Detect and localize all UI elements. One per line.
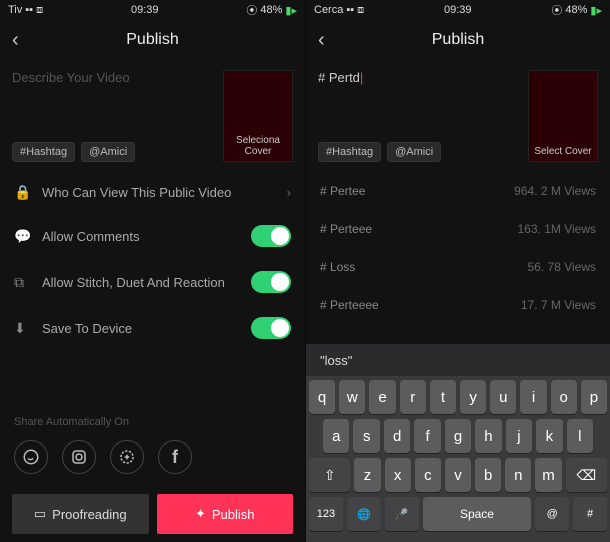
status-bar: Tiv ▪▪ ⧈ 09:39 ⦿ 48% ▮▸ [0, 0, 305, 20]
clock: 09:39 [131, 4, 159, 16]
key-k[interactable]: k [536, 419, 562, 453]
lock-icon: 🔒 [14, 184, 30, 201]
battery-icon: ▮▸ [285, 4, 297, 17]
share-label: Share Automatically On [0, 410, 305, 434]
share-row: f [0, 434, 305, 486]
header: ‹ Publish [0, 20, 305, 60]
key-t[interactable]: t [430, 380, 456, 414]
key-m[interactable]: m [535, 458, 561, 492]
mention-button[interactable]: @Amici [81, 142, 135, 162]
facebook-icon[interactable]: f [158, 440, 192, 474]
hashtag-suggestion[interactable]: # Loss 56. 78 Views [306, 248, 610, 286]
cover-select[interactable]: Seleciona Cover [223, 70, 293, 162]
description-input[interactable]: # Pertd| [318, 70, 518, 85]
instagram-icon[interactable] [62, 440, 96, 474]
mention-button[interactable]: @Amici [387, 142, 441, 162]
key-y[interactable]: y [460, 380, 486, 414]
stitch-row: ⧉ Allow Stitch, Duet And Reaction [0, 259, 305, 305]
key-e[interactable]: e [369, 380, 395, 414]
key-o[interactable]: o [551, 380, 577, 414]
draft-icon: ▭ [34, 506, 46, 522]
header: ‹ Publish [306, 20, 610, 60]
publish-icon: ✦ [195, 506, 206, 522]
description-input[interactable]: Describe Your Video [12, 70, 213, 85]
key-v[interactable]: v [445, 458, 471, 492]
key-q[interactable]: q [309, 380, 335, 414]
status-bar: Cerca ▪▪ ⧈ 09:39 ⦿ 48% ▮▸ [306, 0, 610, 20]
hashtag-suggestion[interactable]: # Perteee 163. 1M Views [306, 210, 610, 248]
key-x[interactable]: x [385, 458, 411, 492]
text-cursor: | [360, 70, 363, 85]
cover-select[interactable]: Select Cover [528, 70, 598, 162]
hashtag-suggestion[interactable]: # Pertee 964. 2 M Views [306, 172, 610, 210]
battery-label: 48% [565, 4, 587, 16]
key-g[interactable]: g [445, 419, 471, 453]
key-l[interactable]: l [567, 419, 593, 453]
key-z[interactable]: z [354, 458, 380, 492]
space-key[interactable]: Space [423, 497, 531, 531]
wifi-icon: ⧈ [36, 4, 43, 17]
mic-key[interactable]: 🎤 [385, 497, 419, 531]
key-b[interactable]: b [475, 458, 501, 492]
hash-key[interactable]: # [573, 497, 607, 531]
comments-toggle[interactable] [251, 225, 291, 247]
at-key[interactable]: @ [535, 497, 569, 531]
key-p[interactable]: p [581, 380, 607, 414]
key-h[interactable]: h [475, 419, 501, 453]
page-title: Publish [126, 31, 178, 49]
bluetooth-icon: ⦿ [246, 2, 257, 18]
key-j[interactable]: j [506, 419, 532, 453]
compose-area: # Pertd| #Hashtag @Amici Select Cover [306, 60, 610, 172]
save-toggle[interactable] [251, 317, 291, 339]
signal-icon: ▪▪ [25, 4, 33, 16]
publish-button[interactable]: ✦ Publish [157, 494, 294, 534]
key-r[interactable]: r [400, 380, 426, 414]
battery-icon: ▮▸ [590, 4, 602, 17]
story-icon[interactable] [110, 440, 144, 474]
carrier-label: Cerca [314, 4, 343, 16]
screen-hashtag-suggest: Cerca ▪▪ ⧈ 09:39 ⦿ 48% ▮▸ ‹ Publish # Pe… [305, 0, 610, 542]
wifi-icon: ⧈ [357, 4, 364, 17]
back-icon[interactable]: ‹ [12, 29, 19, 52]
backspace-key[interactable]: ⌫ [566, 458, 607, 492]
key-c[interactable]: c [415, 458, 441, 492]
key-i[interactable]: i [520, 380, 546, 414]
keyboard-suggestion[interactable]: "loss" [306, 344, 610, 376]
key-n[interactable]: n [505, 458, 531, 492]
shift-key[interactable]: ⇧ [309, 458, 350, 492]
button-row: ▭ Proofreading ✦ Publish [0, 486, 305, 542]
hashtag-suggestion[interactable]: # Perteeee 17. 7 M Views [306, 286, 610, 324]
comments-row: 💬 Allow Comments [0, 213, 305, 259]
key-s[interactable]: s [353, 419, 379, 453]
keyboard: "loss" qwertyuiop asdfghjkl ⇧ zxcvbnm ⌫ … [306, 344, 610, 542]
download-icon: ⬇ [14, 320, 30, 337]
key-d[interactable]: d [384, 419, 410, 453]
stitch-toggle[interactable] [251, 271, 291, 293]
globe-key[interactable]: 🌐 [347, 497, 381, 531]
page-title: Publish [432, 31, 484, 49]
clock: 09:39 [444, 4, 472, 16]
screen-publish-settings: Tiv ▪▪ ⧈ 09:39 ⦿ 48% ▮▸ ‹ Publish Descri… [0, 0, 305, 542]
battery-label: 48% [260, 4, 282, 16]
signal-icon: ▪▪ [346, 4, 354, 16]
comment-icon: 💬 [14, 228, 30, 245]
key-u[interactable]: u [490, 380, 516, 414]
hashtag-button[interactable]: #Hashtag [318, 142, 381, 162]
back-icon[interactable]: ‹ [318, 29, 325, 52]
hashtag-button[interactable]: #Hashtag [12, 142, 75, 162]
compose-area: Describe Your Video #Hashtag @Amici Sele… [0, 60, 305, 172]
key-f[interactable]: f [414, 419, 440, 453]
draft-button[interactable]: ▭ Proofreading [12, 494, 149, 534]
numeric-key[interactable]: 123 [309, 497, 343, 531]
key-w[interactable]: w [339, 380, 365, 414]
carrier-label: Tiv [8, 4, 22, 16]
whatsapp-icon[interactable] [14, 440, 48, 474]
privacy-row[interactable]: 🔒 Who Can View This Public Video › [0, 172, 305, 213]
duet-icon: ⧉ [14, 274, 30, 291]
chevron-right-icon: › [287, 185, 291, 200]
key-a[interactable]: a [323, 419, 349, 453]
save-row: ⬇ Save To Device [0, 305, 305, 351]
bluetooth-icon: ⦿ [551, 2, 562, 18]
